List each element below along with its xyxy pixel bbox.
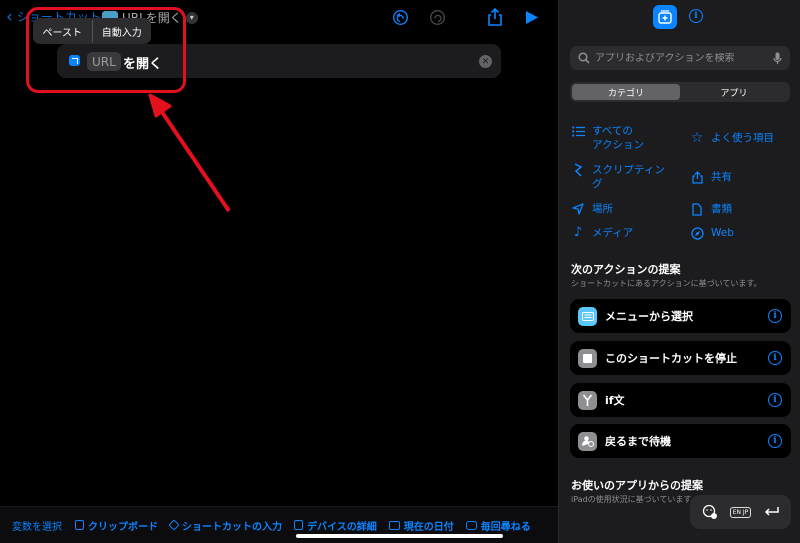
search-icon xyxy=(578,52,590,64)
layers-icon xyxy=(168,519,180,531)
device-details-variable[interactable]: デバイスの詳細 xyxy=(294,518,377,533)
return-key-button[interactable] xyxy=(760,502,784,522)
emoji-icon xyxy=(702,504,717,519)
return-icon xyxy=(764,507,779,516)
action-search-field[interactable] xyxy=(570,46,790,70)
add-action-icon xyxy=(658,10,672,24)
clipboard-variable[interactable]: クリップボード xyxy=(75,518,158,533)
microphone-icon[interactable] xyxy=(773,52,782,65)
device-icon xyxy=(294,520,303,530)
suggestion-wait-to-return[interactable]: 戻るまで待機 i xyxy=(570,424,791,458)
keyboard-shortcut-bar: EN JP xyxy=(690,495,791,529)
calendar-icon xyxy=(388,520,400,530)
action-library-sidebar: i カテゴリ アプリ すべての アクション ☆ よく使う項目 スクリプティング … xyxy=(558,0,800,543)
category-location[interactable]: 場所 xyxy=(571,202,674,216)
category-web[interactable]: Web xyxy=(690,226,793,240)
ask-each-time-variable[interactable]: 毎回尋ねる xyxy=(465,518,531,533)
segment-apps[interactable]: アプリ xyxy=(680,84,788,100)
suggestion-choose-from-menu[interactable]: メニューから選択 i xyxy=(570,299,791,333)
annotation-arrow-icon xyxy=(148,93,231,213)
menu-icon xyxy=(578,306,597,326)
list-icon xyxy=(571,124,585,138)
shortcut-editor: ‹ ショートカット URLを開く ▾ URL を開く ✕ ペースト 自動入力 変… xyxy=(0,0,558,543)
select-variable-button[interactable]: 変数を選択 xyxy=(12,518,62,533)
speech-bubble-icon xyxy=(465,520,477,530)
category-all-actions[interactable]: すべての アクション xyxy=(571,124,674,152)
app-suggestions-subtitle: iPadの使用状況に基づいています。 xyxy=(571,495,699,504)
app-suggestions-title: お使いのアプリからの提案 xyxy=(571,479,703,492)
category-media[interactable]: ♪ メディア xyxy=(571,226,674,240)
search-input[interactable] xyxy=(595,52,773,64)
home-indicator[interactable] xyxy=(296,534,503,538)
category-documents[interactable]: 書類 xyxy=(690,202,793,216)
category-sharing[interactable]: 共有 xyxy=(690,170,793,184)
info-icon[interactable]: i xyxy=(768,434,782,448)
info-icon[interactable]: i xyxy=(768,393,782,407)
category-favorites[interactable]: ☆ よく使う項目 xyxy=(690,131,793,145)
location-arrow-icon xyxy=(571,202,585,216)
star-icon: ☆ xyxy=(690,130,704,146)
language-label: EN JP xyxy=(729,506,752,518)
action-library-tab[interactable] xyxy=(653,5,677,29)
info-icon[interactable]: i xyxy=(768,351,782,365)
info-icon[interactable]: i xyxy=(768,309,782,323)
info-tab-icon[interactable]: i xyxy=(689,9,703,23)
clipboard-icon xyxy=(75,520,84,530)
current-date-variable[interactable]: 現在の日付 xyxy=(388,518,454,533)
suggestion-stop-shortcut[interactable]: このショートカットを停止 i xyxy=(570,341,791,375)
compass-icon xyxy=(690,226,704,240)
shortcut-input-variable[interactable]: ショートカットの入力 xyxy=(168,518,282,533)
next-actions-title: 次のアクションの提案 xyxy=(571,263,681,276)
person-clock-icon xyxy=(578,431,597,451)
library-segmented-control: カテゴリ アプリ xyxy=(570,82,790,102)
document-icon xyxy=(690,202,704,216)
suggestion-if[interactable]: if文 i xyxy=(570,383,791,417)
branch-icon xyxy=(578,390,597,410)
stop-icon xyxy=(578,348,597,368)
input-language-button[interactable]: EN JP xyxy=(729,502,753,522)
segment-categories[interactable]: カテゴリ xyxy=(572,84,680,100)
share-icon xyxy=(690,170,704,184)
scripting-icon xyxy=(571,163,585,177)
music-note-icon: ♪ xyxy=(573,225,583,240)
next-actions-subtitle: ショートカットにあるアクションに基づいています。 xyxy=(571,279,762,288)
emoji-translate-button[interactable] xyxy=(698,502,722,522)
category-scripting[interactable]: スクリプティング xyxy=(571,163,674,191)
